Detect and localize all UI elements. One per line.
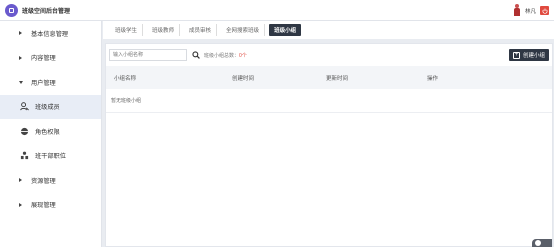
user-area: 林凡 (513, 4, 549, 17)
tab-bar: 班级学生 班级教师 成员审核 全网搜索班级 班级小组 (103, 21, 554, 39)
toolbar: 班级小组总数：0个 + 创建小组 (106, 44, 552, 66)
user-icon (20, 102, 29, 111)
sidebar-item-label: 展现管理 (31, 202, 56, 210)
sidebar-item-users[interactable]: 用户管理 (0, 70, 101, 95)
sidebar-item-label: 班干部职位 (35, 153, 66, 161)
chevron-right-icon (19, 55, 22, 60)
avatar[interactable] (513, 4, 521, 17)
user-name[interactable]: 林凡 (525, 7, 536, 15)
sidebar-item-resources[interactable]: 资源管理 (0, 168, 101, 193)
role-icon (20, 127, 29, 136)
sidebar-item-label: 内容管理 (31, 55, 56, 63)
column-header-created: 创建时间 (232, 75, 255, 82)
org-icon (20, 151, 29, 160)
sidebar-item-basic-info[interactable]: 基本信息管理 (0, 21, 101, 46)
sidebar-item-content[interactable]: 内容管理 (0, 46, 101, 71)
chevron-right-icon (19, 178, 22, 183)
chevron-down-icon (19, 80, 23, 84)
plus-icon: + (512, 51, 520, 59)
sidebar-item-label: 班级成员 (35, 104, 60, 112)
top-bar: 班级空间后台管理 林凡 (0, 0, 554, 21)
create-group-button[interactable]: + 创建小组 (508, 49, 549, 61)
chat-widget[interactable] (532, 239, 552, 247)
sidebar-item-class-cadre[interactable]: 班干部职位 (0, 144, 101, 169)
search-icon[interactable] (191, 50, 201, 60)
tab-search-classes[interactable]: 全网搜索班级 (221, 24, 266, 36)
group-count-value: 0个 (239, 52, 247, 59)
tab-class-teachers[interactable]: 班级教师 (147, 24, 181, 36)
column-header-actions: 操作 (427, 75, 439, 82)
search-input[interactable] (109, 49, 187, 61)
chevron-right-icon (19, 202, 22, 207)
sidebar-item-label: 用户管理 (31, 79, 56, 87)
groups-panel: 班级小组总数：0个 + 创建小组 小组名称 创建时间 更新时间 操作 暂无班级小… (105, 43, 553, 247)
sidebar-item-display[interactable]: 展现管理 (0, 193, 101, 218)
group-count-label: 班级小组总数： (204, 52, 240, 59)
tab-class-groups[interactable]: 班级小组 (269, 24, 302, 36)
group-count: 班级小组总数：0个 (204, 52, 247, 59)
column-header-updated: 更新时间 (326, 75, 349, 82)
create-group-label: 创建小组 (522, 53, 545, 59)
column-header-group-name: 小组名称 (114, 75, 137, 82)
app-logo-icon (5, 3, 18, 17)
chevron-right-icon (19, 31, 22, 36)
sidebar-item-role-permissions[interactable]: 角色权限 (0, 119, 101, 144)
chat-icon (535, 240, 541, 246)
sidebar-item-label: 基本信息管理 (31, 30, 69, 38)
table-header: 小组名称 创建时间 更新时间 操作 (106, 66, 552, 89)
tab-class-students[interactable]: 班级学生 (110, 24, 144, 36)
main-content: 班级学生 班级教师 成员审核 全网搜索班级 班级小组 班级小组总数：0个 + 创… (103, 21, 554, 247)
sidebar: 基本信息管理 内容管理 用户管理 班级成员 角色权限 班干部职位 资源管理 展现… (0, 21, 102, 247)
sidebar-item-label: 角色权限 (35, 128, 60, 136)
empty-row: 暂无班级小组 (106, 89, 552, 113)
sidebar-item-class-members[interactable]: 班级成员 (0, 94, 101, 119)
tab-member-review[interactable]: 成员审核 (184, 24, 218, 36)
app-title: 班级空间后台管理 (22, 8, 71, 15)
sidebar-item-label: 资源管理 (31, 177, 56, 185)
logout-icon[interactable] (540, 6, 549, 15)
empty-state-text: 暂无班级小组 (111, 98, 142, 104)
